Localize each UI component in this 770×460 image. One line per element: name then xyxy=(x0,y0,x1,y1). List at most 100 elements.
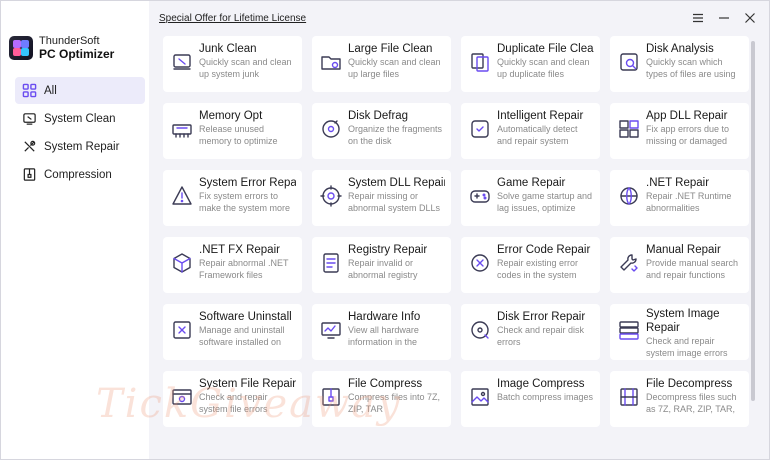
tool-description: Organize the fragments on the disk xyxy=(348,124,443,146)
tool-card-net-fx-repair[interactable]: .NET FX Repair Repair abnormal .NET Frame… xyxy=(163,237,302,293)
tool-title: Software Uninstall xyxy=(199,311,292,323)
tool-card-large-file-clean[interactable]: Large File Clean Quickly scan and clean u… xyxy=(312,36,451,92)
tool-title: .NET Repair xyxy=(646,177,710,189)
tool-title: File Decompress xyxy=(646,378,733,390)
registry-icon xyxy=(320,252,342,274)
hamburger-menu-icon xyxy=(693,13,703,23)
tool-description: Provide manual search and repair functio… xyxy=(646,258,739,280)
tool-card-system-file-repair[interactable]: System File Repair Check and repair syste… xyxy=(163,371,302,427)
tool-card-system-image-repair[interactable]: System Image Repair Check and repair syst… xyxy=(610,304,749,360)
tool-card-disk-analysis[interactable]: Disk Analysis Quickly scan which types of… xyxy=(610,36,749,92)
broom-icon xyxy=(21,111,37,127)
file-decompress-icon xyxy=(618,386,640,408)
tool-title: .NET FX Repair xyxy=(199,244,280,256)
tool-description: Check and repair disk errors xyxy=(497,325,585,347)
tool-card-error-code-repair[interactable]: Error Code Repair Repair existing error c… xyxy=(461,237,600,293)
sidebar-item-system-clean[interactable]: System Clean xyxy=(15,105,145,132)
minimize-button[interactable] xyxy=(717,11,731,25)
brand-product: PC Optimizer xyxy=(39,47,115,61)
close-button[interactable] xyxy=(743,11,757,25)
tool-title: Disk Defrag xyxy=(348,110,409,122)
minimize-icon xyxy=(719,17,729,19)
junk-clean-icon xyxy=(171,51,193,73)
tool-card-game-repair[interactable]: Game Repair Solve game startup and lag is… xyxy=(461,170,600,226)
uninstall-icon xyxy=(171,319,193,341)
tools-icon xyxy=(21,139,37,155)
tool-card-system-error-repair[interactable]: System Error Repair Fix system errors to … xyxy=(163,170,302,226)
close-icon xyxy=(745,13,755,23)
tool-title: Game Repair xyxy=(497,177,566,189)
tool-card-disk-error-repair[interactable]: Disk Error Repair Check and repair disk e… xyxy=(461,304,600,360)
tool-description: Decompress files such as 7Z, RAR, ZIP, T… xyxy=(646,392,737,414)
tool-title: Error Code Repair xyxy=(497,244,591,256)
tool-card-registry-repair[interactable]: Registry Repair Repair invalid or abnorma… xyxy=(312,237,451,293)
sidebar-item-label: Compression xyxy=(44,168,112,181)
tool-title: Duplicate File Clean xyxy=(497,43,594,55)
tool-card-manual-repair[interactable]: Manual Repair Provide manual search and r… xyxy=(610,237,749,293)
system-file-icon xyxy=(171,386,193,408)
tool-description: Check and repair system file errors xyxy=(199,392,268,414)
special-offer-link[interactable]: Special Offer for Lifetime License xyxy=(159,13,306,24)
tool-card-junk-clean[interactable]: Junk Clean Quickly scan and clean up syst… xyxy=(163,36,302,92)
cube-icon xyxy=(171,252,193,274)
app-dll-icon xyxy=(618,118,640,140)
tool-title: System File Repair xyxy=(199,378,296,390)
tool-description: Quickly scan and clean up large files xyxy=(348,57,441,79)
file-compress-icon xyxy=(320,386,342,408)
warning-icon xyxy=(171,185,193,207)
tool-description: View all hardware information in the sys… xyxy=(348,325,419,347)
tool-card-memory-opt[interactable]: Memory Opt Release unused memory to optim… xyxy=(163,103,302,159)
tool-description: Check and repair system image errors xyxy=(646,336,728,358)
tool-card-system-dll-repair[interactable]: System DLL Repair Repair missing or abnor… xyxy=(312,170,451,226)
sidebar-item-system-repair[interactable]: System Repair xyxy=(15,133,145,160)
hardware-icon xyxy=(320,319,342,341)
tool-description: Quickly scan and clean up system junk xyxy=(199,57,292,79)
tool-card-net-repair[interactable]: .NET Repair Repair .NET Runtime abnormali… xyxy=(610,170,749,226)
tool-description: Manage and uninstall software installed … xyxy=(199,325,285,347)
tool-grid: Junk Clean Quickly scan and clean up syst… xyxy=(149,31,759,459)
system-dll-icon xyxy=(320,185,342,207)
tool-title: Junk Clean xyxy=(199,43,257,55)
error-code-icon xyxy=(469,252,491,274)
tool-description: Quickly scan and clean up duplicate file… xyxy=(497,57,590,79)
tool-card-app-dll-repair[interactable]: App DLL Repair Fix app errors due to miss… xyxy=(610,103,749,159)
sidebar: ThunderSoft PC Optimizer All System Clea… xyxy=(1,1,149,459)
window-controls xyxy=(691,11,757,25)
tool-card-file-compress[interactable]: File Compress Compress files into 7Z, ZIP… xyxy=(312,371,451,427)
tool-title: App DLL Repair xyxy=(646,110,728,122)
wrench-icon xyxy=(618,252,640,274)
tool-title: Manual Repair xyxy=(646,244,721,256)
tool-description: Repair abnormal .NET Framework files xyxy=(199,258,289,280)
tool-card-hardware-info[interactable]: Hardware Info View all hardware informati… xyxy=(312,304,451,360)
tool-title: Disk Error Repair xyxy=(497,311,586,323)
brand: ThunderSoft PC Optimizer xyxy=(9,33,147,63)
tool-card-file-decompress[interactable]: File Decompress Decompress files such as … xyxy=(610,371,749,427)
tool-card-duplicate-file-clean[interactable]: Duplicate File Clean Quickly scan and cle… xyxy=(461,36,600,92)
tool-description: Automatically detect and repair system i… xyxy=(497,124,578,146)
tool-description: Repair .NET Runtime abnormalities xyxy=(646,191,732,213)
tool-title: Disk Analysis xyxy=(646,43,714,55)
tool-description: Repair existing error codes in the syste… xyxy=(497,258,579,280)
tool-title: Registry Repair xyxy=(348,244,428,256)
tool-card-software-uninstall[interactable]: Software Uninstall Manage and uninstall s… xyxy=(163,304,302,360)
sidebar-nav: All System Clean System Repair Compressi… xyxy=(15,77,145,189)
sidebar-item-compression[interactable]: Compression xyxy=(15,161,145,188)
tool-title: Memory Opt xyxy=(199,110,263,122)
disk-analysis-icon xyxy=(618,51,640,73)
tool-card-intelligent-repair[interactable]: Intelligent Repair Automatically detect a… xyxy=(461,103,600,159)
disk-defrag-icon xyxy=(320,118,342,140)
menu-button[interactable] xyxy=(691,11,705,25)
sidebar-item-all[interactable]: All xyxy=(15,77,145,104)
tool-title: Large File Clean xyxy=(348,43,433,55)
grid-icon xyxy=(21,83,37,99)
vertical-scrollbar[interactable] xyxy=(751,41,755,401)
tool-title: System DLL Repair xyxy=(348,177,445,189)
tool-card-disk-defrag[interactable]: Disk Defrag Organize the fragments on the… xyxy=(312,103,451,159)
sidebar-item-label: All xyxy=(44,84,57,97)
tool-card-image-compress[interactable]: Image Compress Batch compress images xyxy=(461,371,600,427)
large-file-icon xyxy=(320,51,342,73)
sidebar-item-label: System Clean xyxy=(44,112,116,125)
globe-icon xyxy=(618,185,640,207)
tool-description: Repair invalid or abnormal registry entr… xyxy=(348,258,418,280)
tool-description: Repair missing or abnormal system DLLs xyxy=(348,191,441,213)
